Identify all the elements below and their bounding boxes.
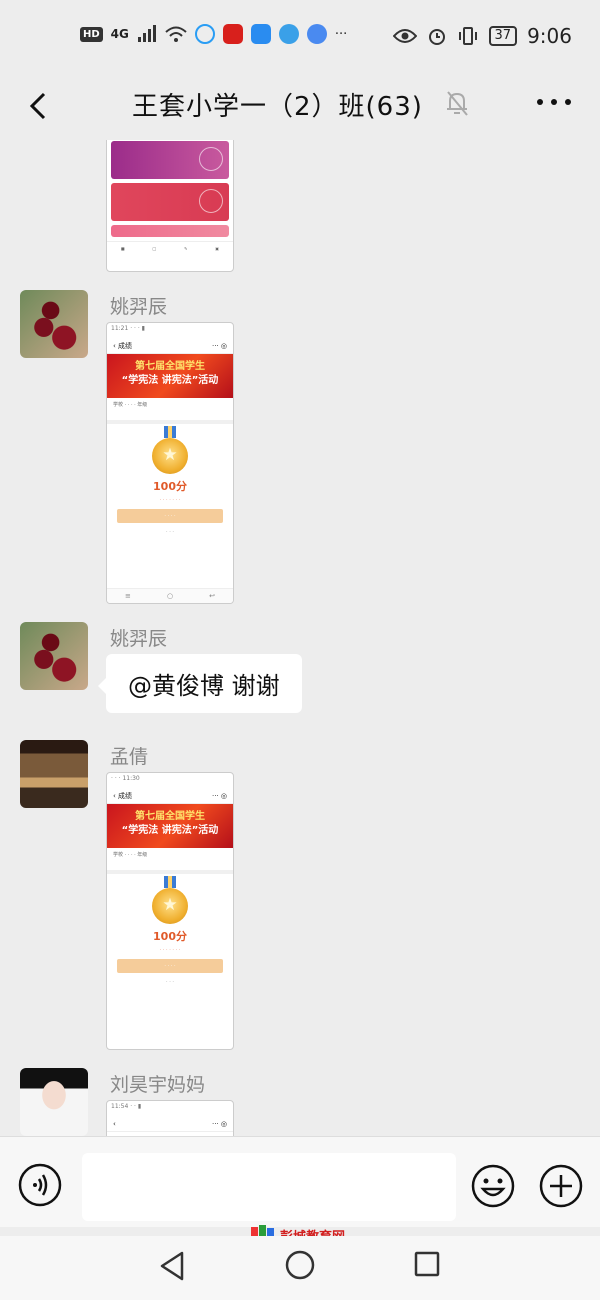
avatar[interactable] <box>20 622 88 690</box>
avatar[interactable] <box>20 1068 88 1136</box>
status-right: 37 9:06 <box>392 24 572 48</box>
image-nav: ‹ ··· ◎ <box>107 1117 233 1132</box>
plus-icon[interactable] <box>538 1163 584 1209</box>
vibrate-icon <box>458 27 477 45</box>
emoji-icon[interactable] <box>470 1163 516 1209</box>
banner-line-1: 第七届全国学生 <box>135 361 205 372</box>
image-card <box>111 183 229 221</box>
back-arrow-icon[interactable] <box>22 86 62 126</box>
status-left: HD 4G ··· <box>80 24 347 44</box>
image-button: · · · · <box>117 959 223 973</box>
image-banner: 第七届全国学生 “学宪法 讲宪法”活动 <box>107 804 233 848</box>
study-app-icon <box>222 24 243 44</box>
chat-header: 王套小学一（2）班(63) <box>0 76 600 140</box>
image-nav: ‹ 成绩 ··· ◎ <box>107 789 233 804</box>
more-notifications-icon: ··· <box>334 26 348 42</box>
image-banner: 第七届全国学生 “学宪法 讲宪法”活动 <box>107 354 233 398</box>
signal-label: 4G <box>110 27 129 41</box>
chat-title: 王套小学一（2）班(63) <box>132 92 423 122</box>
sender-name: 姚羿辰 <box>110 296 168 318</box>
image-tabbar: ■ □ ✎ ▣ <box>107 241 233 255</box>
image-link: · · · <box>166 529 174 535</box>
eye-icon <box>392 29 417 43</box>
message-image[interactable]: 11:54 · · ▮ ‹ ··· ◎ <box>106 1100 234 1136</box>
battery-level: 37 <box>488 26 518 46</box>
nav-back-icon[interactable] <box>158 1250 188 1282</box>
image-nav: ‹ 成绩 ··· ◎ <box>107 339 233 354</box>
nav-home-icon[interactable] <box>285 1250 315 1280</box>
banner-line-2: “学宪法 讲宪法”活动 <box>121 825 219 836</box>
nav-recent-icon[interactable] <box>414 1251 440 1277</box>
banner-line-1: 第七届全国学生 <box>135 811 205 822</box>
clock: 9:06 <box>527 24 572 48</box>
sender-name: 姚羿辰 <box>110 628 168 650</box>
image-score: 100分 <box>153 480 187 493</box>
image-link: · · · <box>166 979 174 985</box>
image-status-bar: · · · 11:30 <box>111 775 140 782</box>
input-bar <box>0 1136 600 1227</box>
image-card <box>111 141 229 179</box>
status-bar: HD 4G ··· 37 9:06 <box>0 0 600 76</box>
medal-icon <box>152 426 188 474</box>
banner-line-2: “学宪法 讲宪法”活动 <box>121 375 219 386</box>
search-app-icon <box>250 24 271 44</box>
message-image[interactable]: · · · 11:30 ‹ 成绩 ··· ◎ 第七届全国学生 “学宪法 讲宪法”活… <box>106 772 234 1050</box>
image-status-bar: 11:21 · · · ▮ <box>111 325 145 332</box>
image-congrats: · · · · · · · <box>159 497 181 503</box>
image-bottom-nav: ≡ ○ ↩ <box>107 588 233 603</box>
muted-bell-icon <box>447 91 468 116</box>
medal-icon <box>152 876 188 924</box>
image-card <box>111 225 229 237</box>
more-options-icon[interactable] <box>534 92 574 112</box>
signal-icon <box>137 25 156 42</box>
system-nav-bar <box>0 1236 600 1300</box>
image-button: · · · · <box>117 509 223 523</box>
image-info: 学校 · · · · 年级 <box>107 848 233 874</box>
avatar[interactable] <box>20 740 88 808</box>
wifi-icon <box>165 26 187 42</box>
image-congrats: · · · · · · · <box>159 947 181 953</box>
image-score: 100分 <box>153 930 187 943</box>
message-image[interactable]: ■ □ ✎ ▣ <box>106 140 234 272</box>
message-image[interactable]: 11:21 · · · ▮ ‹ 成绩 ··· ◎ 第七届全国学生 “学宪法 讲宪法… <box>106 322 234 604</box>
avatar[interactable] <box>20 290 88 358</box>
message-list[interactable]: ■ □ ✎ ▣ 姚羿辰 11:21 · · · ▮ ‹ 成绩 ··· ◎ 第七届全国学生… <box>0 140 600 1136</box>
message-input[interactable] <box>82 1153 456 1221</box>
hd-indicator: HD <box>80 26 103 42</box>
seal-icon <box>199 189 223 213</box>
alarm-icon <box>428 29 445 45</box>
sender-name: 孟倩 <box>110 746 149 768</box>
bubble-app-icon <box>194 24 215 44</box>
message-bubble[interactable]: @黄俊博 谢谢 <box>98 654 302 713</box>
image-status-bar: 11:54 · · ▮ <box>111 1103 142 1110</box>
image-info: 学校 · · · · 年级 <box>107 398 233 424</box>
voice-input-icon[interactable] <box>18 1163 62 1207</box>
music-app-icon <box>306 24 327 44</box>
seal-icon <box>199 147 223 171</box>
telegram-app-icon <box>278 24 299 44</box>
sender-name: 刘昊宇妈妈 <box>110 1074 206 1096</box>
